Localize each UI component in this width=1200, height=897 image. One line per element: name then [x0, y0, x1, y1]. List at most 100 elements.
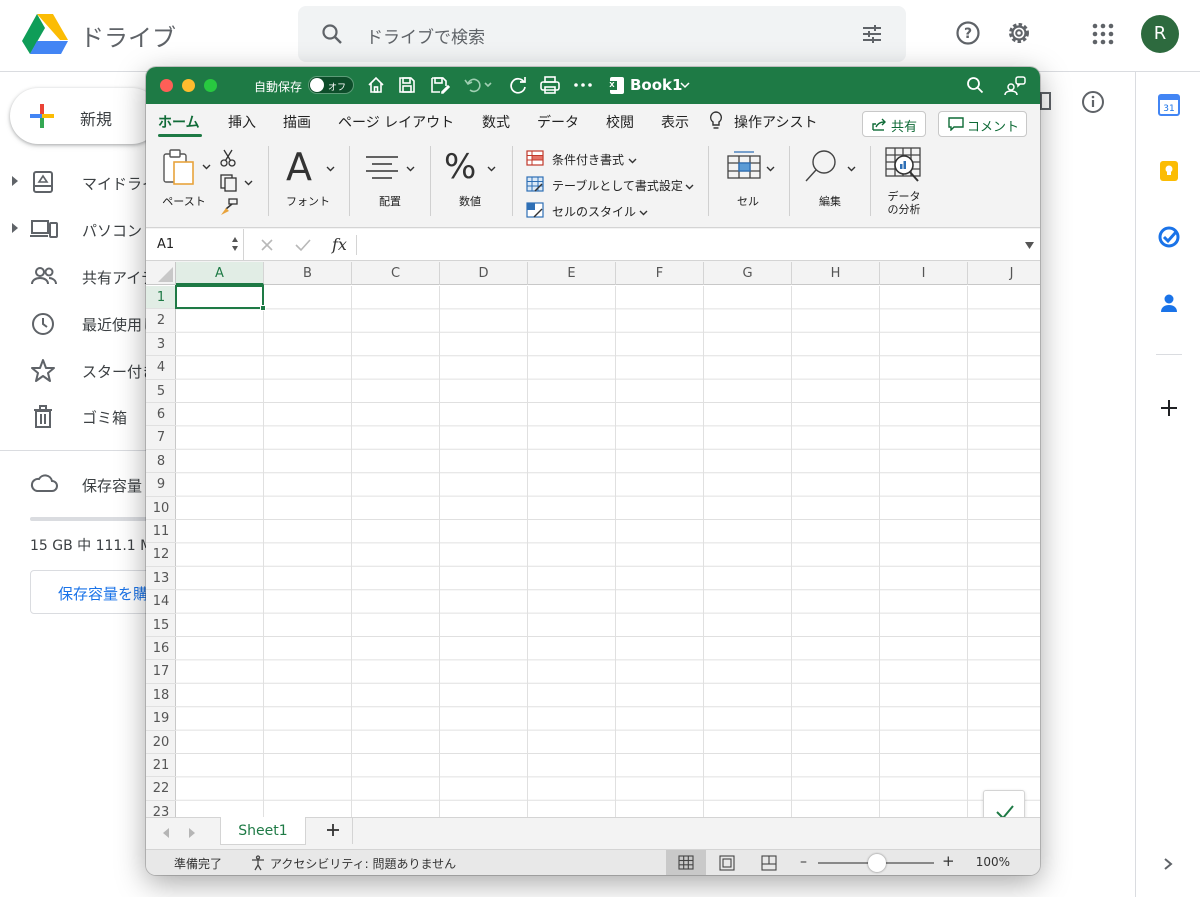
expand-panel-chevron-icon[interactable] [1162, 857, 1174, 871]
font-group-label[interactable]: フォント [276, 193, 340, 209]
number-dropdown-chevron-icon[interactable] [487, 166, 496, 172]
font-dropdown-chevron-icon[interactable] [326, 166, 335, 172]
cells-icon[interactable] [726, 150, 762, 182]
column-header[interactable]: I [880, 262, 968, 285]
name-box[interactable]: A1 [146, 229, 244, 261]
more-options-icon[interactable] [574, 83, 592, 87]
tell-me-search[interactable]: 操作アシスト [734, 112, 817, 132]
drive-logo-icon[interactable] [22, 14, 68, 54]
column-header[interactable]: F [616, 262, 704, 285]
formula-input[interactable] [358, 229, 1018, 261]
undo-icon[interactable] [463, 76, 493, 94]
account-icon[interactable] [1004, 76, 1026, 96]
row-header[interactable]: 10 [146, 497, 176, 520]
account-avatar[interactable]: R [1141, 15, 1179, 53]
fill-handle[interactable] [260, 305, 266, 311]
new-button[interactable]: 新規 [10, 88, 160, 144]
search-options-icon[interactable] [860, 22, 884, 46]
row-header[interactable]: 12 [146, 543, 176, 567]
tasks-icon[interactable] [1158, 226, 1180, 248]
select-all-corner[interactable] [146, 262, 176, 285]
row-header[interactable]: 7 [146, 426, 176, 450]
save-as-icon[interactable] [430, 76, 450, 94]
row-header[interactable]: 19 [146, 707, 176, 731]
maximize-window-button[interactable] [204, 79, 217, 92]
row-header[interactable]: 14 [146, 590, 176, 614]
insert-function-fx-button[interactable]: fx [332, 235, 347, 254]
format-painter-brush-icon[interactable] [220, 198, 238, 216]
nav-shared[interactable]: 共有アイテム [0, 256, 171, 296]
nav-computers[interactable]: パソコン [0, 209, 160, 249]
tab-home[interactable]: ホーム [158, 112, 200, 132]
worksheet-grid[interactable]: A B C D E F G H I J 1 2 3 4 5 6 7 8 9 10 11 12 13 14 1… [146, 262, 1040, 817]
contacts-icon[interactable] [1158, 292, 1180, 314]
cell-styles-button[interactable]: セルのスタイル [526, 202, 646, 220]
nav-storage[interactable]: 保存容量 [0, 464, 160, 504]
conditional-format-chevron-icon[interactable] [628, 158, 637, 164]
confirm-entry-check-icon[interactable] [295, 238, 311, 252]
redo-refresh-icon[interactable] [509, 76, 529, 94]
apps-grid-icon[interactable] [1092, 23, 1114, 45]
row-header[interactable]: 9 [146, 473, 176, 497]
row-header[interactable]: 3 [146, 333, 176, 357]
tab-insert[interactable]: 挿入 [228, 112, 256, 132]
zoom-in-button[interactable]: + [942, 854, 955, 869]
tab-data[interactable]: データ [537, 112, 579, 132]
close-window-button[interactable] [160, 79, 173, 92]
sheet-tab[interactable]: Sheet1 [220, 817, 306, 845]
editing-magnifier-icon[interactable] [804, 148, 840, 184]
search-icon[interactable] [966, 76, 984, 94]
column-header[interactable]: E [528, 262, 616, 285]
alignment-dropdown-chevron-icon[interactable] [406, 166, 415, 172]
page-break-view-button[interactable] [760, 855, 778, 871]
row-header[interactable]: 11 [146, 520, 176, 544]
alignment-icon[interactable] [364, 154, 400, 180]
number-format-percent-icon[interactable]: % [444, 147, 476, 187]
paste-label[interactable]: ペースト [156, 193, 212, 209]
drive-search-box[interactable]: ドライブで検索 [298, 6, 906, 62]
column-header[interactable]: B [264, 262, 352, 285]
alignment-group-label[interactable]: 配置 [358, 193, 422, 209]
info-icon[interactable] [1081, 90, 1105, 114]
row-header[interactable]: 21 [146, 754, 176, 778]
row-header[interactable]: 23 [146, 801, 176, 817]
cancel-entry-x-icon[interactable] [260, 238, 274, 252]
editing-dropdown-chevron-icon[interactable] [847, 166, 856, 172]
print-icon[interactable] [540, 76, 560, 94]
analyze-data-icon[interactable] [884, 146, 924, 184]
tab-page-layout[interactable]: ページ レイアウト [338, 112, 454, 132]
drive-brand[interactable]: ドライブ [80, 18, 176, 53]
cells-dropdown-chevron-icon[interactable] [766, 166, 775, 172]
column-header[interactable]: C [352, 262, 440, 285]
row-header[interactable]: 1 [146, 286, 176, 310]
number-group-label[interactable]: 数値 [438, 193, 502, 209]
format-as-table-button[interactable]: テーブルとして書式設定 [526, 176, 683, 194]
home-icon[interactable] [367, 76, 385, 94]
column-header[interactable]: J [968, 262, 1040, 285]
expand-arrow-icon[interactable] [12, 176, 18, 186]
copy-dropdown-chevron-icon[interactable] [244, 180, 253, 186]
share-button[interactable]: 共有 [862, 111, 926, 137]
previous-sheet-arrow-icon[interactable] [162, 827, 170, 839]
font-icon[interactable]: A [286, 147, 312, 187]
column-header[interactable]: H [792, 262, 880, 285]
format-as-table-chevron-icon[interactable] [685, 184, 694, 190]
cut-scissors-icon[interactable] [220, 149, 236, 167]
add-addon-plus-icon[interactable] [1158, 397, 1180, 419]
cells-group-label[interactable]: セル [720, 193, 776, 209]
cell-gridlines[interactable] [176, 286, 1040, 817]
column-header[interactable]: A [176, 262, 264, 285]
expand-arrow-icon[interactable] [12, 223, 18, 233]
tab-draw[interactable]: 描画 [283, 112, 311, 132]
zoom-slider-knob[interactable] [868, 854, 886, 872]
row-header[interactable]: 8 [146, 450, 176, 474]
next-sheet-arrow-icon[interactable] [188, 827, 196, 839]
column-header[interactable]: G [704, 262, 792, 285]
keep-icon[interactable] [1158, 160, 1180, 182]
row-header[interactable]: 20 [146, 731, 176, 754]
nav-starred[interactable]: スター付き [0, 350, 160, 390]
page-layout-view-button[interactable] [718, 855, 736, 871]
row-header[interactable]: 5 [146, 380, 176, 403]
normal-view-button[interactable] [666, 850, 706, 875]
row-header[interactable]: 2 [146, 309, 176, 333]
